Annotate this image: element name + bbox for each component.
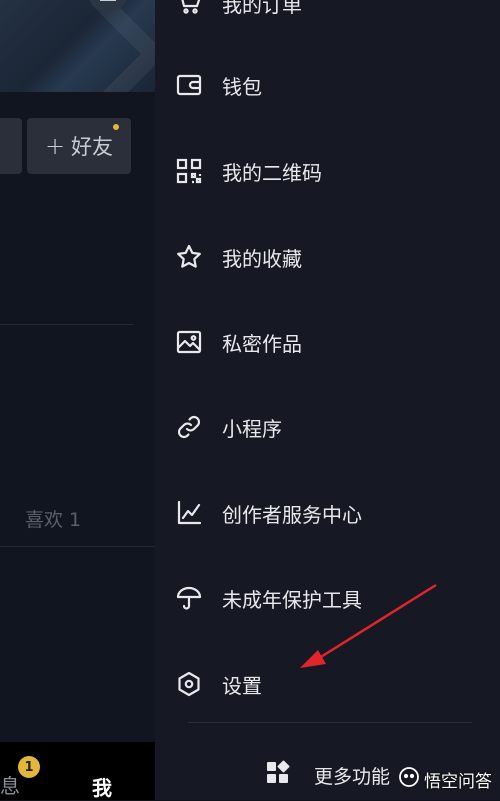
hexagon-settings-icon: [175, 670, 203, 698]
menu-item-qr-code[interactable]: 我的二维码: [175, 151, 322, 191]
profile-banner: [0, 0, 155, 92]
menu-item-label: 我的订单: [222, 0, 302, 17]
wallet-icon: [175, 71, 203, 99]
menu-item-label: 私密作品: [222, 331, 302, 356]
more-features-label: 更多功能: [314, 765, 391, 788]
watermark-text: 悟空问答: [424, 772, 492, 792]
private-image-icon: [175, 328, 203, 356]
menu-item-label: 我的二维码: [222, 160, 322, 185]
menu-item-mini-programs[interactable]: 小程序: [175, 407, 282, 447]
profile-background: + 好友 喜欢 1 息 1 我: [0, 0, 155, 800]
menu-item-label: 我的收藏: [222, 246, 302, 271]
nav-me[interactable]: 我: [92, 772, 112, 801]
messages-badge: 1: [18, 756, 40, 778]
banner-chevron-decoration: [41, 0, 155, 92]
minus-icon: [100, 0, 116, 1]
divider: [0, 546, 155, 547]
menu-item-label: 小程序: [222, 416, 282, 441]
menu-item-label: 设置: [222, 673, 262, 698]
menu-item-label: 创作者服务中心: [222, 502, 362, 527]
nav-messages[interactable]: 息: [0, 770, 20, 799]
menu-item-wallet[interactable]: 钱包: [175, 65, 262, 105]
watermark: 悟空问答: [398, 766, 492, 793]
edit-profile-button[interactable]: [0, 118, 22, 174]
add-friend-label: 好友: [71, 135, 114, 159]
chart-line-icon: [175, 499, 203, 527]
divider: [0, 324, 133, 325]
notification-dot: [113, 124, 119, 130]
likes-tab[interactable]: 喜欢 1: [25, 505, 81, 532]
menu-item-orders[interactable]: 我的订单: [175, 0, 302, 23]
menu-item-creator-center[interactable]: 创作者服务中心: [175, 493, 362, 533]
menu-item-private-works[interactable]: 私密作品: [175, 322, 302, 362]
menu-item-favorites[interactable]: 我的收藏: [175, 237, 302, 277]
drawer-divider: [188, 722, 472, 723]
link-icon: [175, 413, 203, 441]
more-features-button[interactable]: 更多功能: [265, 758, 390, 792]
menu-item-label: 未成年保护工具: [222, 587, 362, 612]
menu-item-settings[interactable]: 设置: [175, 664, 262, 704]
qr-code-icon: [175, 157, 203, 185]
menu-item-label: 钱包: [222, 74, 262, 99]
umbrella-icon: [175, 584, 203, 612]
plus-icon: +: [44, 132, 66, 160]
grid-apps-icon: [265, 760, 291, 790]
cart-icon: [175, 0, 203, 17]
wukong-logo-icon: [398, 766, 420, 793]
menu-item-minor-protection[interactable]: 未成年保护工具: [175, 578, 362, 618]
star-icon: [175, 243, 203, 271]
